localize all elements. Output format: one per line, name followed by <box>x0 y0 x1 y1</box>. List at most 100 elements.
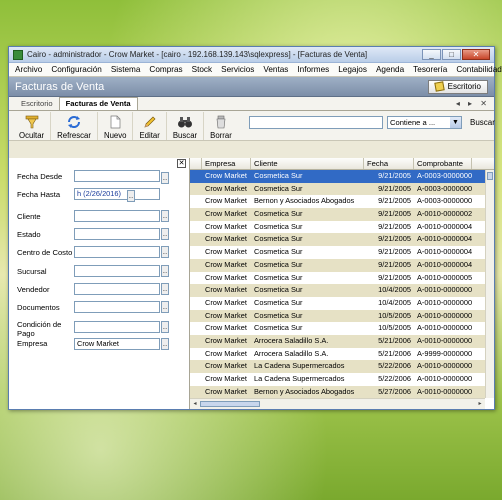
row-selector[interactable] <box>190 373 202 386</box>
row-selector[interactable] <box>190 386 202 398</box>
row-selector[interactable] <box>190 259 202 272</box>
column-header-fecha[interactable]: Fecha <box>364 158 414 169</box>
table-row[interactable]: Crow Market Arrocera Saladillo S.A. 5/21/2… <box>190 334 485 348</box>
column-header-empresa[interactable]: Empresa <box>202 158 251 169</box>
table-row[interactable]: Crow Market Bernon y Asociados Abogados 5/… <box>190 385 485 398</box>
fecha-cell: 10/5/2005 <box>378 310 411 320</box>
empresa-picker-button[interactable]: ... <box>161 338 169 350</box>
fecha-desde-picker-button[interactable]: ... <box>161 172 169 184</box>
row-selector[interactable] <box>190 272 202 285</box>
row-selector[interactable] <box>190 360 202 373</box>
table-row[interactable]: Crow Market Bernon y Asociados Abogados 9/… <box>190 195 485 208</box>
table-row[interactable]: Crow Market Cosmetica Sur 10/4/2005 A-0010-… <box>190 297 485 310</box>
cliente-cell: Cosmetica Sur <box>254 183 303 193</box>
scroll-right-icon[interactable]: ▸ <box>476 400 484 408</box>
table-row[interactable]: Crow Market Cosmetica Sur 9/21/2005 A-0010-… <box>190 233 485 247</box>
nuevo-button[interactable]: Nuevo <box>98 111 134 140</box>
row-selector[interactable] <box>190 246 202 259</box>
maximize-button[interactable]: □ <box>442 49 461 60</box>
menu-informes[interactable]: Informes <box>297 65 329 74</box>
borrar-button[interactable]: Borrar <box>204 112 238 140</box>
condicion-pago-field[interactable] <box>74 321 160 333</box>
table-row[interactable]: Crow Market Cosmetica Sur 9/21/2005 A-0010-… <box>190 221 485 234</box>
row-selector[interactable] <box>190 208 202 221</box>
row-selector[interactable] <box>190 233 202 246</box>
column-header-comprobante[interactable]: Comprobante <box>414 158 472 169</box>
table-row[interactable]: Crow Market La Cadena Supermercados 5/22/2… <box>190 373 485 386</box>
estado-picker-button[interactable]: ... <box>161 228 169 240</box>
search-mode-select[interactable]: Contiene a ... ▼ <box>387 116 462 129</box>
ocultar-button[interactable]: Ocultar <box>13 111 52 140</box>
table-row[interactable]: Crow Market Cosmetica Sur 10/5/2005 A-0010-… <box>190 322 485 335</box>
cliente-field[interactable] <box>74 210 160 222</box>
row-selector[interactable] <box>190 297 202 310</box>
centro-costo-picker-button[interactable]: ... <box>161 246 169 258</box>
row-selector[interactable] <box>190 348 202 361</box>
row-selector[interactable] <box>190 170 202 183</box>
row-selector[interactable] <box>190 284 202 297</box>
row-selector[interactable] <box>190 335 202 348</box>
menu-servicios[interactable]: Servicios <box>221 65 254 74</box>
menu-ventas[interactable]: Ventas <box>263 65 288 74</box>
close-button[interactable]: ✕ <box>462 49 490 60</box>
tab-escritorio[interactable]: Escritorio <box>15 98 59 110</box>
row-selector[interactable] <box>190 310 202 323</box>
menu-legajos[interactable]: Legajos <box>338 65 367 74</box>
fecha-hasta-field[interactable]: h (2/26/2016) <box>74 188 160 200</box>
centro-costo-field[interactable] <box>74 246 160 258</box>
horizontal-scroll-thumb[interactable] <box>200 401 260 407</box>
menu-compras[interactable]: Compras <box>149 65 182 74</box>
vendedor-picker-button[interactable]: ... <box>161 283 169 295</box>
vertical-scroll-thumb[interactable] <box>487 172 493 180</box>
menu-agenda[interactable]: Agenda <box>376 65 404 74</box>
table-row[interactable]: Crow Market Cosmetica Sur 9/21/2005 A-0010-… <box>190 208 485 221</box>
table-row[interactable]: Crow Market Cosmetica Sur 10/4/2005 A-0010-… <box>190 284 485 297</box>
menu-contabilidad[interactable]: Contabilidad <box>456 65 502 74</box>
buscar-button[interactable]: Buscar <box>167 111 205 140</box>
vertical-scrollbar[interactable] <box>485 170 494 398</box>
minimize-button[interactable]: _ <box>422 49 441 60</box>
table-row[interactable]: Crow Market Cosmetica Sur 10/5/2005 A-0010-… <box>190 309 485 323</box>
sucursal-picker-button[interactable]: ... <box>161 265 169 277</box>
table-row[interactable]: Crow Market Cosmetica Sur 9/21/2005 A-0003-… <box>190 182 485 196</box>
column-header-cliente[interactable]: Cliente <box>251 158 364 169</box>
documentos-field[interactable] <box>74 301 160 313</box>
row-selector[interactable] <box>190 195 202 208</box>
cliente-picker-button[interactable]: ... <box>161 210 169 222</box>
row-selector[interactable] <box>190 322 202 335</box>
empresa-field[interactable]: Crow Market <box>74 338 160 350</box>
table-row[interactable]: Crow Market La Cadena Supermercados 5/22/2… <box>190 360 485 373</box>
condicion-pago-picker-button[interactable]: ... <box>161 321 169 333</box>
title-bar[interactable]: Cairo - administrador - Crow Market - [c… <box>9 47 494 63</box>
row-selector[interactable] <box>190 221 202 234</box>
fecha-cell: 5/21/2006 <box>378 335 411 345</box>
sucursal-field[interactable] <box>74 265 160 277</box>
table-row[interactable]: Crow Market Cosmetica Sur 9/21/2005 A-0003-… <box>190 170 485 183</box>
row-selector[interactable] <box>190 183 202 196</box>
horizontal-scrollbar[interactable]: ◂ ▸ <box>190 398 485 409</box>
menu-archivo[interactable]: Archivo <box>15 65 42 74</box>
refrescar-button[interactable]: Refrescar <box>51 111 98 140</box>
documentos-picker-button[interactable]: ... <box>161 301 169 313</box>
tab-facturas-de-venta[interactable]: Facturas de Venta <box>58 97 138 110</box>
scroll-left-icon[interactable]: ◂ <box>191 400 199 408</box>
search-input[interactable] <box>249 116 383 129</box>
vendedor-field[interactable] <box>74 283 160 295</box>
close-filter-icon[interactable]: ✕ <box>177 159 186 168</box>
fecha-desde-field[interactable] <box>74 170 160 182</box>
estado-field[interactable] <box>74 228 160 240</box>
table-row[interactable]: Crow Market Cosmetica Sur 9/21/2005 A-0010-… <box>190 272 485 285</box>
menu-sistema[interactable]: Sistema <box>111 65 141 74</box>
menu-configuracion[interactable]: Configuración <box>51 65 102 74</box>
search-button[interactable]: Buscar <box>470 118 495 127</box>
tab-navigation[interactable]: ◂ ▸ ✕ <box>456 99 490 108</box>
editar-button[interactable]: Editar <box>133 111 167 140</box>
menu-tesoreria[interactable]: Tesorería <box>413 65 447 74</box>
column-header-selector[interactable] <box>190 158 202 169</box>
menu-stock[interactable]: Stock <box>192 65 212 74</box>
table-row[interactable]: Crow Market Cosmetica Sur 9/21/2005 A-0010-… <box>190 246 485 259</box>
escritorio-button[interactable]: Escritorio <box>427 79 488 94</box>
table-row[interactable]: Crow Market Arrocera Saladillo S.A. 5/21/2… <box>190 348 485 361</box>
table-row[interactable]: Crow Market Cosmetica Sur 9/21/2005 A-0010-… <box>190 258 485 272</box>
fecha-hasta-picker-button[interactable]: ... <box>127 190 135 202</box>
